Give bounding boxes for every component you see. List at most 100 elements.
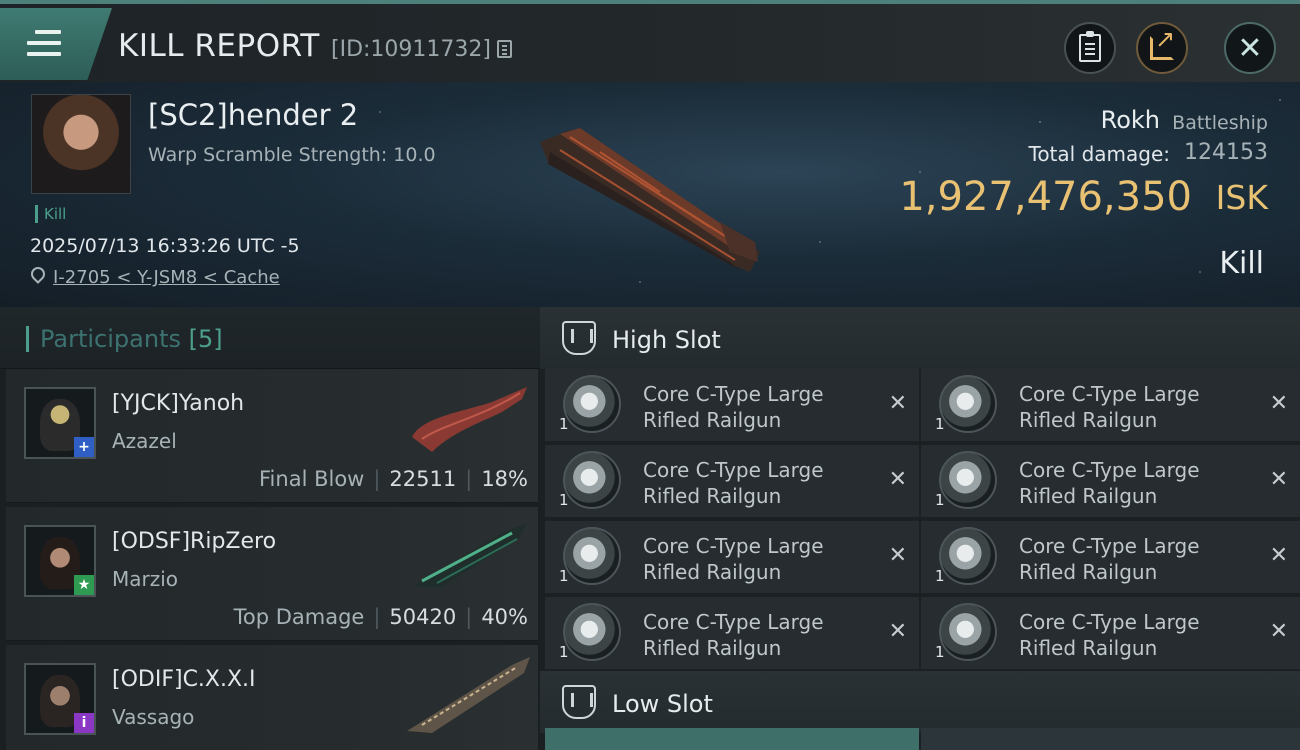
victim-portrait[interactable] [31,94,131,194]
high-slot-module[interactable]: 1 Core C-Type Large Rifled Railgun ✕ [921,369,1300,443]
participant-ship-image [407,657,530,733]
low-slot-module-partial[interactable] [921,728,1300,750]
high-slot-module[interactable]: 1 Core C-Type Large Rifled Railgun ✕ [921,445,1300,519]
remove-module-icon[interactable]: ✕ [1270,391,1288,416]
star-badge-icon: ★ [74,575,94,595]
stat-separator: | [465,467,473,491]
module-name-line2: Rifled Railgun [643,484,782,508]
high-slot-icon [562,321,596,355]
participant-ship: Azazel [112,429,177,453]
module-name-line1: Core C-Type Large [1019,382,1200,406]
participant-name: [ODIF]C.X.X.I [112,667,256,692]
module-name-line1: Core C-Type Large [1019,534,1200,558]
high-slot-module[interactable]: 1 Core C-Type Large Rifled Railgun ✕ [921,597,1300,671]
stat-separator: | [373,605,381,629]
victim-ship-name[interactable]: Rokh [1101,106,1160,134]
participants-count: [5] [188,325,223,353]
participant-ship: Vassago [112,705,195,729]
participant-name: [YJCK]Yanoh [112,391,245,416]
remove-module-icon[interactable]: ✕ [1270,467,1288,492]
high-slot-module[interactable]: 1 Core C-Type Large Rifled Railgun ✕ [545,369,919,443]
remove-module-icon[interactable]: ✕ [889,619,907,644]
module-name-line1: Core C-Type Large [643,610,824,634]
plus-badge-icon: + [74,437,94,457]
module-quantity: 1 [559,567,569,585]
module-name-line2: Rifled Railgun [1019,560,1158,584]
victim-banner: [SC2]hender 2 Warp Scramble Strength: 10… [0,82,1300,307]
warp-scramble-strength: Warp Scramble Strength: 10.0 [148,144,436,166]
module-quantity: 1 [935,415,945,433]
module-name-line2: Rifled Railgun [643,408,782,432]
module-name: Core C-Type Large Rifled Railgun [643,381,883,433]
module-quantity: 1 [559,491,569,509]
module-name-line2: Rifled Railgun [643,636,782,660]
total-damage-value: 124153 [1184,140,1268,165]
share-button[interactable] [1136,22,1188,74]
participants-title: Participants [5] [40,325,223,353]
module-quantity: 1 [935,491,945,509]
participant-ship: Marzio [112,567,179,591]
high-slot-module[interactable]: 1 Core C-Type Large Rifled Railgun ✕ [545,521,919,595]
participant-row[interactable]: + [YJCK]Yanoh Azazel Final Blow | 22511 | 18… [6,369,538,503]
isk-unit: ISK [1215,178,1268,217]
report-id: [ID:10911732] [331,37,491,62]
participant-row[interactable]: ★ [ODSF]RipZero Marzio Top Damage | 50420 |… [6,507,538,641]
railgun-icon [939,451,997,509]
participant-role: Final Blow [259,467,365,491]
participant-avatar: + [24,387,96,459]
railgun-icon [563,451,621,509]
remove-module-icon[interactable]: ✕ [1270,619,1288,644]
close-icon: ✕ [1237,30,1263,66]
module-name-line2: Rifled Railgun [1019,636,1158,660]
victim-name[interactable]: [SC2]hender 2 [148,98,358,132]
remove-module-icon[interactable]: ✕ [889,467,907,492]
participant-stats: Final Blow | 22511 | 18% [259,467,528,491]
low-slot-icon [562,685,596,719]
menu-button[interactable] [0,8,112,80]
participant-avatar: i [24,663,96,735]
remove-module-icon[interactable]: ✕ [1270,543,1288,568]
module-name: Core C-Type Large Rifled Railgun [643,533,883,585]
clipboard-button[interactable] [1064,22,1116,74]
module-name: Core C-Type Large Rifled Railgun [1019,381,1259,433]
module-name: Core C-Type Large Rifled Railgun [643,609,883,661]
participant-percent: 18% [481,467,528,491]
close-button[interactable]: ✕ [1224,22,1276,74]
participant-ship-image [412,523,527,587]
high-slot-module[interactable]: 1 Core C-Type Large Rifled Railgun ✕ [545,445,919,519]
total-damage-label: Total damage: [1028,142,1171,166]
module-quantity: 1 [559,415,569,433]
low-slot-module-partial[interactable] [545,728,919,750]
kill-location-link[interactable]: I-2705 < Y-JSM8 < Cache [53,267,280,288]
railgun-icon [939,375,997,433]
module-name-line1: Core C-Type Large [1019,610,1200,634]
module-quantity: 1 [559,643,569,661]
railgun-icon [563,527,621,585]
fittings-panel: High Slot 1 Core C-Type Large Rifled Railg… [540,307,1300,750]
kill-type: Kill [1219,246,1264,281]
participant-damage: 22511 [389,467,457,491]
high-slot-module[interactable]: 1 Core C-Type Large Rifled Railgun ✕ [921,521,1300,595]
high-slot-title: High Slot [612,326,721,354]
low-slot-title: Low Slot [612,690,713,718]
isk-value: 1,927,476,350 [899,174,1192,220]
module-name: Core C-Type Large Rifled Railgun [1019,457,1259,509]
hamburger-icon [27,30,61,63]
victim-ship-image[interactable] [540,112,770,282]
module-quantity: 1 [935,643,945,661]
participant-avatar: ★ [24,525,96,597]
high-slot-module[interactable]: 1 Core C-Type Large Rifled Railgun ✕ [545,597,919,671]
kill-tag: Kill [35,205,66,223]
module-name-line2: Rifled Railgun [1019,408,1158,432]
module-name-line1: Core C-Type Large [643,382,824,406]
remove-module-icon[interactable]: ✕ [889,391,907,416]
participant-row[interactable]: i [ODIF]C.X.X.I Vassago [6,645,538,750]
module-name: Core C-Type Large Rifled Railgun [643,457,883,509]
copy-icon[interactable] [497,40,512,58]
participants-header: Participants [5] [0,307,540,369]
participant-name: [ODSF]RipZero [112,529,277,554]
railgun-icon [939,603,997,661]
remove-module-icon[interactable]: ✕ [889,543,907,568]
victim-ship-class: Battleship [1172,112,1268,134]
module-name-line1: Core C-Type Large [643,534,824,558]
